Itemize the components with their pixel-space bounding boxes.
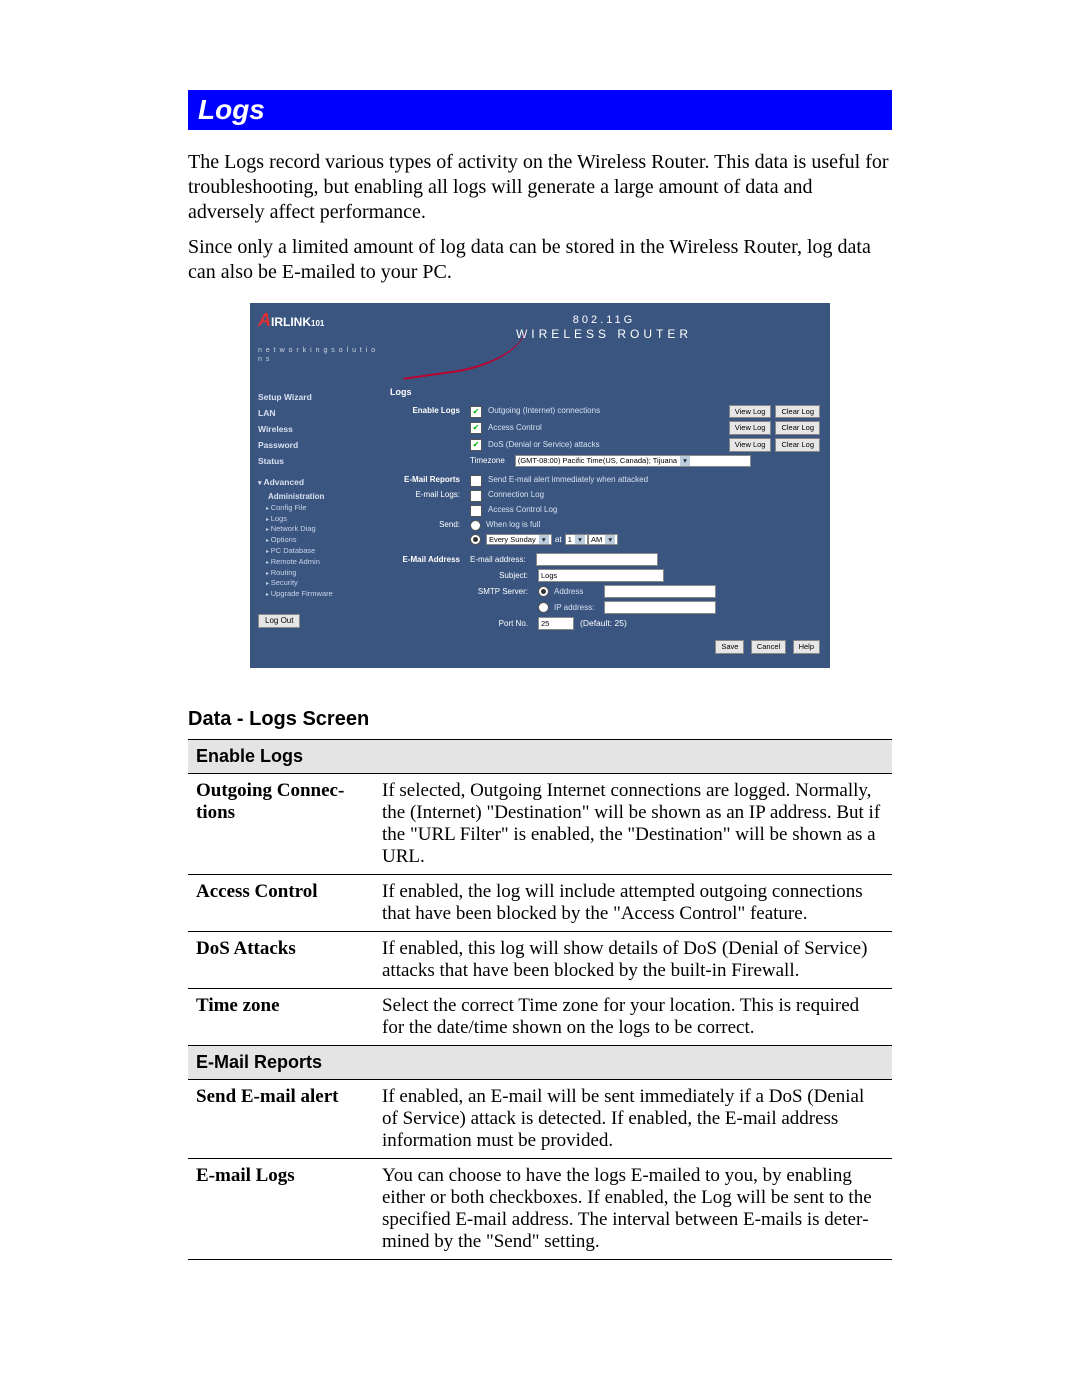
clearlog-access[interactable]: Clear Log <box>775 421 820 435</box>
row-dos-k: DoS Attacks <box>188 932 374 989</box>
row-sendalert-v: If enabled, an E-mail will be sent immed… <box>374 1080 892 1159</box>
cb-access-control[interactable]: ✔ <box>470 422 482 434</box>
smtp-address-input[interactable] <box>604 585 716 598</box>
logout-button[interactable]: Log Out <box>258 614 300 628</box>
row-timezone-k: Time zone <box>188 989 374 1046</box>
viewlog-dos[interactable]: View Log <box>729 438 772 452</box>
nav-administration[interactable]: Administration <box>268 492 378 502</box>
cancel-button[interactable]: Cancel <box>751 640 786 654</box>
section-email-reports: E-Mail Reports <box>188 1046 892 1080</box>
timezone-select[interactable]: (GMT-08:00) Pacific Time(US, Canada); Ti… <box>515 455 751 467</box>
data-table: Enable Logs Outgoing Connec­tionsIf sele… <box>188 739 892 1260</box>
nav-wireless[interactable]: Wireless <box>258 424 378 435</box>
send-alert-label: Send E-mail alert immediately when attac… <box>488 475 820 485</box>
row-sendalert-k: Send E-mail alert <box>188 1080 374 1159</box>
row-timezone-v: Select the correct Time zone for your lo… <box>374 989 892 1046</box>
nav-routing[interactable]: Routing <box>266 568 378 579</box>
row-access-k: Access Control <box>188 875 374 932</box>
brand-tagline: n e t w o r k i n g s o l u t i o n s <box>258 346 378 364</box>
email-reports-label: E-Mail Reports <box>390 475 470 485</box>
email-address-label: E-mail address: <box>470 555 536 565</box>
email-address-section: E-Mail Address <box>390 555 470 565</box>
subject-label: Subject: <box>470 571 538 581</box>
cb-access-control-log[interactable] <box>470 505 482 517</box>
content-heading: Logs <box>390 387 820 399</box>
brand-logo: AIRLINK101 <box>258 309 378 332</box>
subject-input[interactable]: Logs <box>538 569 664 582</box>
nav-config-file[interactable]: Config File <box>266 503 378 514</box>
send-label: Send: <box>390 520 470 530</box>
radio-every[interactable] <box>470 534 481 545</box>
nav-options[interactable]: Options <box>266 535 378 546</box>
clearlog-dos[interactable]: Clear Log <box>775 438 820 452</box>
port-input[interactable]: 25 <box>538 617 574 630</box>
connection-log-label: Connection Log <box>488 490 820 500</box>
log-access-label: Access Control <box>488 423 725 433</box>
row-outgoing-v: If selected, Outgoing Internet connectio… <box>374 774 892 875</box>
nav-advanced[interactable]: Advanced <box>258 477 378 488</box>
save-button[interactable]: Save <box>715 640 744 654</box>
page-title: Logs <box>188 90 892 130</box>
row-emaillogs-k: E-mail Logs <box>188 1159 374 1260</box>
cb-dos[interactable]: ✔ <box>470 439 482 451</box>
clearlog-outgoing[interactable]: Clear Log <box>775 405 820 419</box>
email-address-input[interactable] <box>536 553 658 566</box>
viewlog-outgoing[interactable]: View Log <box>729 405 772 419</box>
intro-p2: Since only a limited amount of log data … <box>188 235 892 285</box>
smtp-label: SMTP Server: <box>470 587 538 597</box>
radio-smtp-ip[interactable] <box>538 602 549 613</box>
row-access-v: If enabled, the log will include attempt… <box>374 875 892 932</box>
nav-remote-admin[interactable]: Remote Admin <box>266 557 378 568</box>
cb-send-alert[interactable] <box>470 475 482 487</box>
router-screenshot: AIRLINK101 n e t w o r k i n g s o l u t… <box>250 303 830 668</box>
email-logs-label: E-mail Logs: <box>390 490 470 500</box>
nav-logs[interactable]: Logs <box>266 514 378 525</box>
header-80211: 802.11G <box>378 313 830 327</box>
send-ampm-select[interactable]: AM▾ <box>588 534 618 546</box>
enable-logs-label: Enable Logs <box>390 406 470 416</box>
cb-connection-log[interactable] <box>470 490 482 502</box>
send-hour-select[interactable]: 1▾ <box>565 534 588 546</box>
section-enable-logs: Enable Logs <box>188 740 892 774</box>
help-button[interactable]: Help <box>793 640 820 654</box>
nav-network-diag[interactable]: Network Diag <box>266 524 378 535</box>
send-at-label: at <box>555 534 562 545</box>
smtp-ip-label: IP address: <box>554 603 604 613</box>
nav-lan[interactable]: LAN <box>258 408 378 419</box>
nav-upgrade-firmware[interactable]: Upgrade Firmware <box>266 589 378 600</box>
send-day-select[interactable]: Every Sunday▾ <box>486 534 552 546</box>
sidebar-nav: Setup Wizard LAN Wireless Password Statu… <box>250 381 384 668</box>
nav-security[interactable]: Security <box>266 578 378 589</box>
row-outgoing-k: Outgoing Connec­tions <box>188 774 374 875</box>
row-dos-v: If enabled, this log will show details o… <box>374 932 892 989</box>
smtp-ip-input[interactable] <box>604 601 716 614</box>
nav-pc-database[interactable]: PC Database <box>266 546 378 557</box>
data-table-heading: Data - Logs Screen <box>188 708 892 731</box>
radio-smtp-address[interactable] <box>538 586 549 597</box>
cb-outgoing[interactable]: ✔ <box>470 406 482 418</box>
log-dos-label: DoS (Denial or Service) attacks <box>488 440 725 450</box>
access-control-log-label: Access Control Log <box>488 505 820 515</box>
viewlog-access[interactable]: View Log <box>729 421 772 435</box>
send-when-full-label: When log is full <box>486 520 820 530</box>
port-default-label: (Default: 25) <box>580 618 627 629</box>
timezone-label: Timezone <box>470 456 515 466</box>
log-outgoing-label: Outgoing (Internet) connections <box>488 406 725 416</box>
nav-status[interactable]: Status <box>258 456 378 467</box>
radio-when-full[interactable] <box>470 520 481 531</box>
nav-password[interactable]: Password <box>258 440 378 451</box>
smtp-address-label: Address <box>554 587 604 597</box>
port-label: Port No. <box>470 619 538 629</box>
intro-p1: The Logs record various types of activit… <box>188 150 892 225</box>
nav-setup-wizard[interactable]: Setup Wizard <box>258 392 378 403</box>
row-emaillogs-v: You can choose to have the logs E-mailed… <box>374 1159 892 1260</box>
